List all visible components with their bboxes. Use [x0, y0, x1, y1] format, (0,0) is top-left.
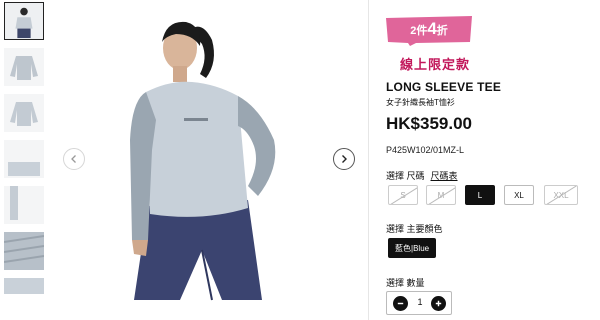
size-option-s[interactable]: S — [388, 185, 418, 205]
product-title: LONG SLEEVE TEE — [386, 80, 502, 94]
thumbnail-6[interactable] — [4, 232, 44, 270]
color-option-blue[interactable]: 藍色|Blue — [388, 238, 437, 258]
main-product-image — [52, 0, 366, 320]
product-info-panel: 2件4折 線上限定款 LONG SLEEVE TEE 女子針織長袖T恤衫 HK$… — [386, 0, 596, 320]
size-option-xl[interactable]: XL — [504, 185, 534, 205]
thumbnail-4[interactable] — [4, 140, 44, 178]
quantity-stepper: 1 — [386, 291, 452, 315]
quantity-value[interactable]: 1 — [412, 297, 428, 307]
quantity-label: 選擇 數量 — [386, 278, 425, 288]
product-price: HK$359.00 — [386, 114, 473, 133]
quantity-increase-button[interactable] — [431, 296, 446, 311]
minus-icon — [397, 302, 404, 305]
size-chart-link[interactable]: 尺碼表 — [431, 171, 458, 181]
size-option-xxl[interactable]: XXL — [544, 185, 578, 205]
thumbnail-7[interactable] — [4, 278, 44, 294]
thumbnail-rail — [0, 0, 48, 320]
next-image-button[interactable] — [333, 148, 355, 170]
previous-image-button[interactable] — [63, 148, 85, 170]
promo-prefix: 2件 — [410, 25, 428, 37]
product-sku: P425W102/01MZ-L — [386, 145, 465, 155]
size-option-m[interactable]: M — [426, 185, 456, 205]
thumbnail-5[interactable] — [4, 186, 44, 224]
size-option-l[interactable]: L — [465, 185, 495, 205]
size-label: 選擇 尺碼 — [386, 171, 425, 181]
unavailable-slash — [545, 186, 577, 204]
chevron-right-icon — [342, 155, 347, 163]
online-only-label: 線上限定款 — [400, 57, 471, 72]
product-subtitle: 女子針織長袖T恤衫 — [386, 98, 455, 107]
promo-suffix: 折 — [436, 25, 448, 37]
quantity-decrease-button[interactable] — [393, 296, 408, 311]
size-label-row: 選擇 尺碼 尺碼表 — [386, 169, 458, 182]
promo-badge: 2件4折 — [386, 16, 472, 46]
color-label: 選擇 主要顏色 — [386, 224, 443, 234]
thumbnail-2[interactable] — [4, 48, 44, 86]
panel-divider — [368, 0, 369, 320]
thumbnail-3[interactable] — [4, 94, 44, 132]
unavailable-slash — [427, 186, 455, 204]
plus-icon — [435, 300, 442, 307]
thumbnail-1[interactable] — [4, 2, 44, 40]
chevron-left-icon — [71, 155, 76, 163]
unavailable-slash — [389, 186, 417, 204]
promo-number: 4 — [427, 19, 437, 38]
